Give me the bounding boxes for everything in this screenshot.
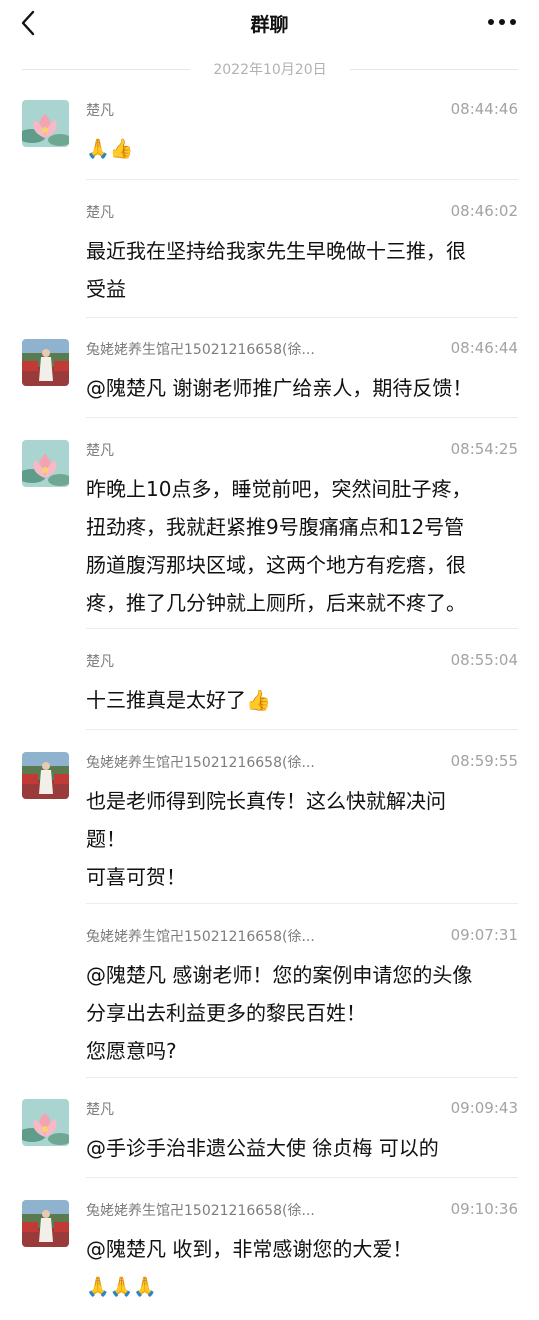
message-text: 最近我在坚持给我家先生早晚做十三推，很 受益 <box>86 232 511 308</box>
avatar-lotus[interactable] <box>22 1099 69 1146</box>
sender-name: 兔姥姥养生馆卍15021216658(徐... <box>86 342 315 358</box>
sender-name: 楚凡 <box>86 654 114 670</box>
message-time: 08:54:25 <box>450 440 518 458</box>
more-dots-icon[interactable] <box>485 10 519 34</box>
message-line: 分享出去利益更多的黎民百姓！ <box>86 1001 366 1025</box>
message-time: 09:07:31 <box>450 926 518 944</box>
message-divider <box>86 1177 518 1178</box>
message-divider <box>86 179 518 180</box>
sender-name: 楚凡 <box>86 1102 114 1118</box>
page-title: 群聊 <box>250 14 289 36</box>
sender-name: 兔姥姥养生馆卍15021216658(徐... <box>86 1203 315 1219</box>
sender-name: 兔姥姥养生馆卍15021216658(徐... <box>86 929 315 945</box>
message-line: 您愿意吗? <box>86 1039 177 1063</box>
message-line: @隗楚凡 收到，非常感谢您的大爱！ <box>86 1237 413 1261</box>
message-line: 扭劲疼，我就赶紧推9号腹痛痛点和12号管 <box>86 515 465 539</box>
message-time: 09:10:36 <box>450 1200 518 1218</box>
message-line: @隗楚凡 感谢老师！您的案例申请您的头像 <box>86 963 473 987</box>
avatar-person[interactable] <box>22 752 69 799</box>
message-text: @手诊手治非遗公益大使 徐贞梅 可以的 <box>86 1129 511 1167</box>
message-line: 昨晚上10点多，睡觉前吧，突然间肚子疼， <box>86 477 472 501</box>
message-text: 昨晚上10点多，睡觉前吧，突然间肚子疼， 扭劲疼，我就赶紧推9号腹痛痛点和12号… <box>86 470 511 622</box>
message-time: 08:46:02 <box>450 202 518 220</box>
message-text: @隗楚凡 谢谢老师推广给亲人，期待反馈！ <box>86 369 511 407</box>
message-line: @手诊手治非遗公益大使 徐贞梅 可以的 <box>86 1136 439 1160</box>
message-text: 十三推真是太好了👍 <box>86 681 511 719</box>
message-line: 肠道腹泻那块区域，这两个地方有疙瘩，很 <box>86 553 466 577</box>
message-divider <box>86 417 518 418</box>
message-line: 也是老师得到院长真传！这么快就解决问 <box>86 789 446 813</box>
sender-name: 楚凡 <box>86 443 114 459</box>
sender-name: 楚凡 <box>86 205 114 221</box>
message-line: 题！ <box>86 827 126 851</box>
message-line: 最近我在坚持给我家先生早晚做十三推，很 <box>86 239 466 263</box>
message-text: @隗楚凡 感谢老师！您的案例申请您的头像 分享出去利益更多的黎民百姓！ 您愿意吗… <box>86 956 511 1070</box>
sender-name: 兔姥姥养生馆卍15021216658(徐... <box>86 755 315 771</box>
message-line: 🙏🙏🙏 <box>86 1276 157 1298</box>
message-divider <box>86 317 518 318</box>
message-divider <box>86 628 518 629</box>
message-divider <box>86 1077 518 1078</box>
sender-name: 楚凡 <box>86 103 114 119</box>
avatar-lotus[interactable] <box>22 440 69 487</box>
message-text: 也是老师得到院长真传！这么快就解决问 题！ 可喜可贺！ <box>86 782 511 896</box>
message-line: @隗楚凡 谢谢老师推广给亲人，期待反馈！ <box>86 376 473 400</box>
message-time: 08:55:04 <box>450 651 518 669</box>
avatar-person[interactable] <box>22 339 69 386</box>
message-divider <box>86 729 518 730</box>
message-line: 受益 <box>86 277 126 301</box>
message-time: 09:09:43 <box>450 1099 518 1117</box>
message-line: 十三推真是太好了👍 <box>86 688 271 712</box>
message-text: 🙏👍 <box>86 130 511 168</box>
message-time: 08:46:44 <box>450 339 518 357</box>
message-time: 08:59:55 <box>450 752 518 770</box>
avatar-lotus[interactable] <box>22 100 69 147</box>
message-line: 可喜可贺！ <box>86 865 186 889</box>
message-divider <box>86 903 518 904</box>
date-divider-line-right <box>350 69 518 70</box>
message-time: 08:44:46 <box>450 100 518 118</box>
message-text: @隗楚凡 收到，非常感谢您的大爱！ 🙏🙏🙏 <box>86 1230 511 1306</box>
date-divider: 2022年10月20日 <box>22 58 518 80</box>
message-line: 🙏👍 <box>86 138 134 160</box>
message-line: 疼，推了几分钟就上厕所，后来就不疼了。 <box>86 591 466 615</box>
top-bar: 群聊 <box>0 0 539 46</box>
avatar-person[interactable] <box>22 1200 69 1247</box>
